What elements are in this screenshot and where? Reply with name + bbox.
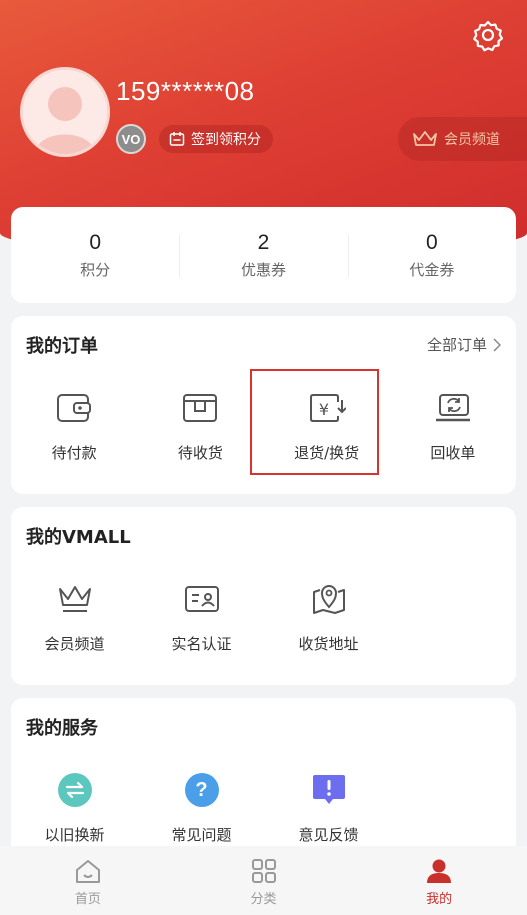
vouchers-label: 代金券 <box>409 260 455 279</box>
signin-points-button[interactable]: 签到领积分 <box>159 125 273 153</box>
grid-icon <box>251 859 276 883</box>
user-icon <box>427 859 452 883</box>
order-pending-payment-label: 待付款 <box>51 444 97 462</box>
order-recycle[interactable]: 回收单 <box>390 388 516 463</box>
vmall-member-channel-label: 会员频道 <box>44 635 105 653</box>
feedback-icon <box>312 775 345 804</box>
tab-mine[interactable]: 我的 <box>351 846 527 915</box>
order-pending-payment[interactable]: 待付款 <box>11 388 137 463</box>
crown-icon <box>413 131 437 146</box>
vouchers-value: 0 <box>425 230 438 254</box>
account-stats-card: 0 积分 2 优惠券 0 代金券 <box>11 207 516 303</box>
vmall-shipping-address-label: 收货地址 <box>298 635 359 653</box>
vouchers-stat[interactable]: 0 代金券 <box>347 230 516 280</box>
member-level-badge[interactable]: VO <box>116 124 146 154</box>
tab-category-label: 分类 <box>250 892 277 907</box>
id-card-icon <box>184 586 219 612</box>
returns-highlight-box <box>250 369 379 475</box>
map-pin-icon <box>312 585 345 614</box>
signin-label: 签到领积分 <box>191 132 261 148</box>
my-orders-title: 我的订单 <box>26 336 98 357</box>
points-label: 积分 <box>80 260 111 279</box>
service-faq-label: 常见问题 <box>171 826 232 844</box>
home-icon <box>75 860 100 883</box>
phone-number: 159******08 <box>116 76 255 106</box>
wallet-icon <box>57 394 92 422</box>
order-recycle-label: 回收单 <box>430 444 476 462</box>
bottom-tab-bar: 首页 分类 我的 <box>0 846 527 915</box>
vmall-real-name-verification[interactable]: 实名认证 <box>138 579 265 654</box>
service-trade-in-label: 以旧换新 <box>44 826 105 844</box>
tab-home[interactable]: 首页 <box>0 846 176 915</box>
calendar-icon <box>169 132 185 146</box>
package-icon <box>183 394 218 422</box>
service-trade-in[interactable]: 以旧换新 <box>11 770 138 845</box>
order-pending-receipt-label: 待收货 <box>177 444 223 462</box>
coupons-label: 优惠券 <box>240 260 286 279</box>
service-feedback-label: 意见反馈 <box>298 826 359 844</box>
points-value: 0 <box>89 230 101 254</box>
recycle-icon <box>435 394 470 422</box>
coupons-value: 2 <box>257 230 270 254</box>
points-stat[interactable]: 0 积分 <box>11 231 179 280</box>
chevron-right-icon <box>493 337 501 352</box>
question-icon: ? <box>184 773 219 807</box>
crown-outline-icon <box>58 586 91 612</box>
settings-gear-icon[interactable] <box>471 18 505 52</box>
tab-mine-label: 我的 <box>426 892 453 907</box>
vmall-member-channel[interactable]: 会员频道 <box>11 579 138 654</box>
avatar[interactable] <box>20 67 110 157</box>
order-pending-receipt[interactable]: 待收货 <box>137 388 263 463</box>
my-vmall-title: 我的VMALL <box>26 527 131 548</box>
all-orders-label: 全部订单 <box>426 336 487 354</box>
coupons-stat[interactable]: 2 优惠券 <box>179 231 347 280</box>
all-orders-link[interactable]: 全部订单 <box>427 334 501 355</box>
member-channel-chip[interactable]: 会员频道 <box>398 117 527 161</box>
service-faq[interactable]: ? 常见问题 <box>138 770 265 845</box>
my-services-title: 我的服务 <box>26 718 98 739</box>
vmall-shipping-address[interactable]: 收货地址 <box>265 579 392 654</box>
member-channel-label: 会员频道 <box>444 132 500 148</box>
my-vmall-card: 我的VMALL 会员频道 实名认证 收货地址 <box>11 507 516 685</box>
vmall-real-name-verification-label: 实名认证 <box>171 635 232 653</box>
service-feedback[interactable]: 意见反馈 <box>265 770 392 845</box>
trade-in-icon <box>57 773 92 807</box>
default-avatar-icon <box>23 70 107 154</box>
tab-home-label: 首页 <box>74 892 101 907</box>
my-services-card: 我的服务 以旧换新 ? 常见问题 意见反馈 <box>11 698 516 858</box>
tab-category[interactable]: 分类 <box>176 846 352 915</box>
